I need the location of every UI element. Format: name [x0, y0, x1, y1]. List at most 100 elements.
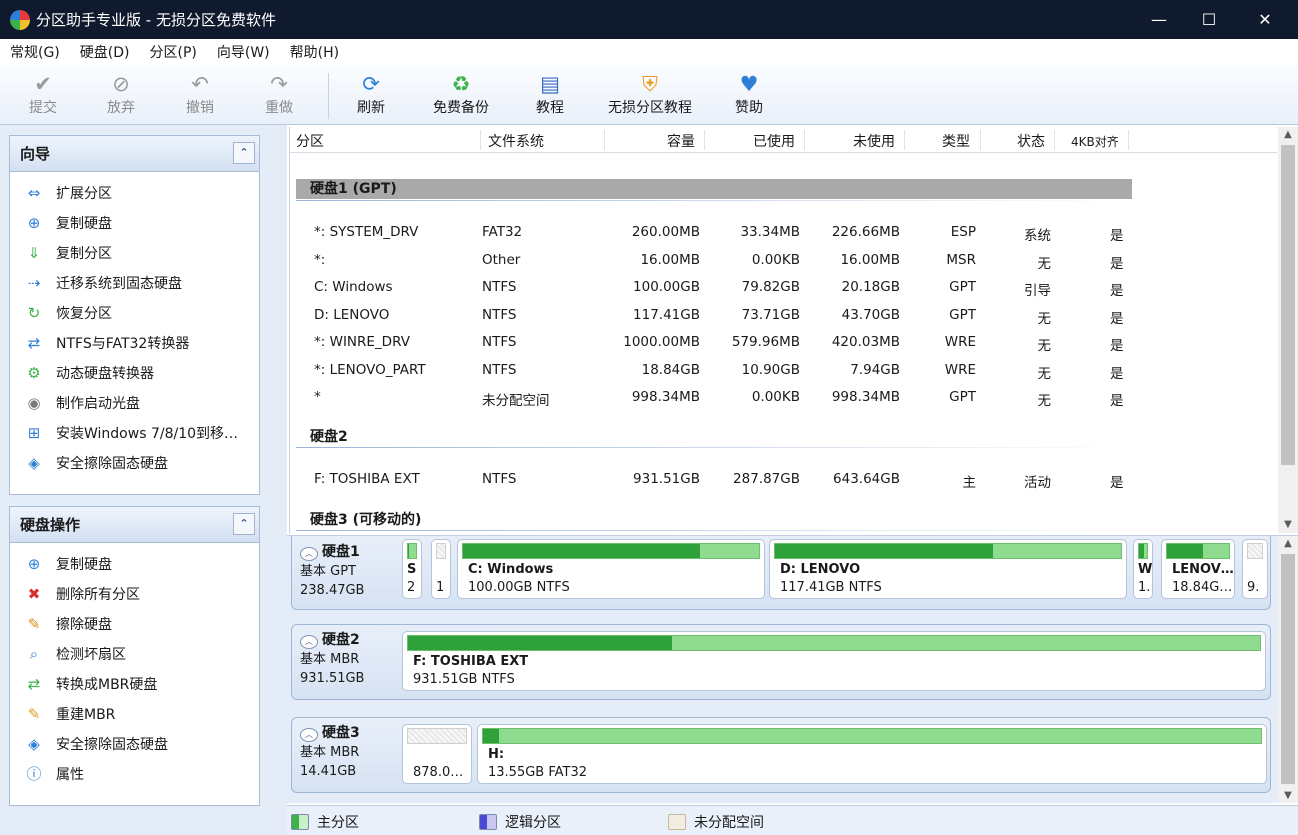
submit-button[interactable]: ✔ 提交 [3, 69, 83, 123]
scroll-thumb[interactable] [1281, 145, 1295, 465]
table-row[interactable]: *: Other 16.00MB 0.00KB 16.00MB MSR 无 是 [290, 247, 1277, 274]
table-row[interactable]: *: WINRE_DRV NTFS 1000.00MB 579.96MB 420.03M… [290, 329, 1277, 356]
table-row[interactable]: C: Windows NTFS 100.00GB 79.82GB 20.18GB GPT 引… [290, 274, 1277, 301]
refresh-button[interactable]: ⟳ 刷新 [331, 69, 411, 123]
backup-button[interactable]: ♻ 免费备份 [421, 69, 501, 123]
partition-block[interactable]: W 1. [1133, 539, 1153, 599]
maximize-button[interactable]: ☐ [1184, 0, 1234, 39]
undo-button[interactable]: ↶ 撤销 [160, 69, 240, 123]
wizard-collapse-button[interactable]: ⌃ [233, 142, 255, 164]
cell-capacity: 998.34MB [631, 389, 700, 405]
op-delete-all[interactable]: ✖ 删除所有分区 [10, 579, 259, 609]
map-scrollbar[interactable]: ▲ ▼ [1278, 536, 1298, 803]
discard-button[interactable]: ⊘ 放弃 [81, 69, 161, 123]
disk-ops-collapse-button[interactable]: ⌃ [233, 513, 255, 535]
col-separator [904, 130, 905, 150]
col-type[interactable]: 类型 [942, 131, 970, 151]
disk2-header[interactable]: 硬盘2 [310, 426, 348, 446]
col-used[interactable]: 已使用 [753, 131, 795, 151]
menu-partition[interactable]: 分区(P) [150, 42, 197, 62]
partition-block[interactable]: S2 [402, 539, 422, 599]
disk3-header[interactable]: 硬盘3 (可移动的) [310, 509, 421, 529]
partition-block[interactable]: 9. [1242, 539, 1268, 599]
op-convert-mbr[interactable]: ⇄ 转换成MBR硬盘 [10, 669, 259, 699]
disk1-size: 238.47GB [300, 583, 365, 598]
cell-partition: *: WINRE_DRV [314, 334, 410, 350]
menu-help[interactable]: 帮助(H) [290, 42, 339, 62]
usage-fill [408, 636, 673, 650]
delete-icon: ✖ [27, 585, 41, 603]
table-row[interactable]: *: SYSTEM_DRV FAT32 260.00MB 33.34MB 226.66M… [290, 219, 1277, 246]
table-row[interactable]: F: TOSHIBA EXT NTFS 931.51GB 287.87GB 643.64… [290, 466, 1277, 493]
disk2-type: 基本 MBR [300, 652, 360, 667]
op-item-label: 检测坏扇区 [56, 647, 126, 663]
op-secure-erase[interactable]: ◈ 安全擦除固态硬盘 [10, 729, 259, 759]
scroll-up-icon[interactable]: ▲ [1278, 127, 1298, 143]
partition-block[interactable]: LENOV… 18.84G… [1161, 539, 1235, 599]
wizard-ntfs-fat32[interactable]: ⇄ NTFS与FAT32转换器 [10, 328, 259, 358]
op-rebuild-mbr[interactable]: ✎ 重建MBR [10, 699, 259, 729]
col-free[interactable]: 未使用 [853, 131, 895, 151]
table-row[interactable]: *: LENOVO_PART NTFS 18.84GB 10.90GB 7.94GB WR… [290, 357, 1277, 384]
left-panel: 向导 ⌃ ⇔ 扩展分区 ⊕ 复制硬盘 ⇓ 复制分区 ⇢ 迁移系统到固态硬盘 ↻ 恢复分区 … [0, 125, 287, 835]
scroll-down-icon[interactable]: ▼ [1278, 788, 1298, 803]
lossless-tutorial-button[interactable]: ⛨ 无损分区教程 [600, 69, 700, 123]
disk2-card[interactable]: ︿ 硬盘2 基本 MBR 931.51GB F: TOSHIBA EXT 931.5… [291, 624, 1271, 700]
scroll-thumb[interactable] [1281, 554, 1295, 784]
partition-block[interactable]: D: LENOVO 117.41GB NTFS [769, 539, 1127, 599]
wizard-install-windows[interactable]: ⊞ 安装Windows 7/8/10到移… [10, 418, 259, 448]
scroll-down-icon[interactable]: ▼ [1278, 517, 1298, 533]
menu-wizard[interactable]: 向导(W) [217, 42, 270, 62]
wizard-dynamic-disk[interactable]: ⚙ 动态硬盘转换器 [10, 358, 259, 388]
collapse-icon[interactable]: ︿ [300, 547, 318, 561]
partition-block[interactable]: C: Windows 100.00GB NTFS [457, 539, 765, 599]
redo-button[interactable]: ↷ 重做 [239, 69, 319, 123]
disk1-header[interactable]: 硬盘1 (GPT) [296, 179, 1132, 199]
partition-block[interactable]: H: 13.55GB FAT32 [477, 724, 1267, 784]
cell-align: 是 [1110, 228, 1124, 244]
legend-unallocated: 未分配空间 [668, 812, 764, 832]
table-row[interactable]: D: LENOVO NTFS 117.41GB 73.71GB 43.70GB GPT 无 是 [290, 302, 1277, 329]
wizard-extend-partition[interactable]: ⇔ 扩展分区 [10, 178, 259, 208]
op-bad-sector[interactable]: ⌕ 检测坏扇区 [10, 639, 259, 669]
op-properties[interactable]: ⓘ 属性 [10, 759, 259, 789]
logical-swatch [479, 814, 497, 830]
col-partition[interactable]: 分区 [296, 131, 324, 151]
partition-block[interactable]: F: TOSHIBA EXT 931.51GB NTFS [402, 631, 1266, 691]
tutorial-button[interactable]: ▤ 教程 [510, 69, 590, 123]
menu-disk[interactable]: 硬盘(D) [80, 42, 130, 62]
wizard-migrate-os[interactable]: ⇢ 迁移系统到固态硬盘 [10, 268, 259, 298]
extend-icon: ⇔ [27, 184, 41, 202]
disk1-card[interactable]: ︿ 硬盘1 基本 GPT 238.47GB S 2 1 C: Windows 100.00… [291, 536, 1271, 610]
op-item-label: 重建MBR [56, 707, 116, 723]
op-copy-disk[interactable]: ⊕ 复制硬盘 [10, 549, 259, 579]
scroll-up-icon[interactable]: ▲ [1278, 536, 1298, 552]
wizard-copy-disk[interactable]: ⊕ 复制硬盘 [10, 208, 259, 238]
op-wipe-disk[interactable]: ✎ 擦除硬盘 [10, 609, 259, 639]
table-scrollbar[interactable]: ▲ ▼ [1278, 127, 1298, 533]
collapse-icon[interactable]: ︿ [300, 728, 318, 742]
wizard-boot-disc[interactable]: ◉ 制作启动光盘 [10, 388, 259, 418]
cell-free: 16.00MB [840, 251, 900, 268]
col-capacity[interactable]: 容量 [667, 131, 695, 151]
table-row[interactable]: * 未分配空间 998.34MB 0.00KB 998.34MB GPT 无 是 [290, 384, 1277, 411]
col-filesystem[interactable]: 文件系统 [488, 131, 544, 151]
wizard-copy-partition[interactable]: ⇓ 复制分区 [10, 238, 259, 268]
minimize-button[interactable]: — [1134, 0, 1184, 39]
partition-block[interactable]: 1 [431, 539, 451, 599]
undo-label: 撤销 [186, 100, 214, 116]
col-status[interactable]: 状态 [1017, 131, 1045, 151]
cell-status: 无 [1037, 310, 1052, 327]
menu-general[interactable]: 常规(G) [10, 42, 60, 62]
close-button[interactable]: ✕ [1240, 0, 1290, 39]
col-4k-align[interactable]: 4KB对齐 [1071, 133, 1119, 150]
collapse-icon[interactable]: ︿ [300, 635, 318, 649]
wizard-secure-erase[interactable]: ◈ 安全擦除固态硬盘 [10, 448, 259, 478]
wizard-recover-partition[interactable]: ↻ 恢复分区 [10, 298, 259, 328]
toolbar-separator [328, 73, 329, 119]
disk3-card[interactable]: ︿ 硬盘3 基本 MBR 14.41GB 878.0… H: 13.55GB FAT3… [291, 717, 1271, 793]
wizard-item-label: NTFS与FAT32转换器 [56, 336, 190, 352]
partition-block[interactable]: 878.0… [402, 724, 472, 784]
wizard-item-label: 恢复分区 [56, 306, 112, 322]
donate-button[interactable]: ♥ 赞助 [709, 69, 789, 123]
